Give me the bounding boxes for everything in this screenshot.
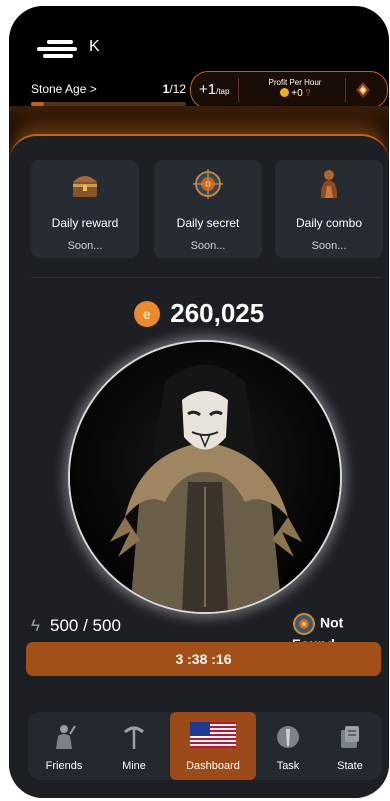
stats-pill: +1/tap Profit Per Hour +0 ? bbox=[190, 71, 388, 109]
logo-letter: K bbox=[89, 38, 100, 55]
level-count: 1/12 bbox=[162, 82, 186, 96]
timer-value: 3 :38 :16 bbox=[175, 651, 232, 667]
divider bbox=[238, 78, 239, 102]
nav-label: State bbox=[337, 760, 363, 772]
nav-label: Mine bbox=[122, 760, 146, 772]
daily-combo-card[interactable]: Daily combo Soon... bbox=[275, 160, 383, 258]
nav-label: Task bbox=[276, 760, 300, 772]
bottom-nav: Friends Mine Dashboard Task State bbox=[28, 712, 382, 780]
help-icon[interactable]: ? bbox=[305, 88, 310, 98]
nav-item-task[interactable]: Task bbox=[256, 712, 320, 780]
settings-gem-icon[interactable] bbox=[354, 81, 372, 99]
balance-amount: 260,025 bbox=[170, 298, 265, 328]
divider bbox=[31, 277, 381, 278]
coin-icon bbox=[279, 88, 289, 97]
level-name[interactable]: Stone Age > bbox=[31, 82, 97, 96]
target-compass-icon bbox=[193, 169, 223, 199]
nav-label: Friends bbox=[45, 760, 83, 772]
figurine-icon bbox=[320, 170, 338, 198]
card-title: Daily secret bbox=[176, 216, 240, 230]
caveman-icon bbox=[56, 725, 76, 749]
coin-icon: e bbox=[133, 300, 160, 327]
nav-item-mine[interactable]: Mine bbox=[102, 712, 166, 780]
phone-frame: K Stone Age > 1/12 +1/tap Profit Per Hou… bbox=[9, 6, 389, 798]
us-flag-icon bbox=[190, 722, 236, 748]
divider bbox=[345, 78, 346, 102]
lightning-icon: ϟ bbox=[31, 616, 40, 635]
profit-per-hour-value: +0 bbox=[291, 88, 303, 99]
pickaxe-icon bbox=[124, 726, 144, 749]
daily-cards: Daily reward Soon... Daily secret Soon..… bbox=[31, 160, 383, 264]
coin-balance: e 260,025 bbox=[9, 298, 389, 329]
state-icon bbox=[341, 726, 359, 748]
nav-item-state[interactable]: State bbox=[318, 712, 382, 780]
card-title: Daily reward bbox=[51, 216, 119, 230]
treasure-chest-icon bbox=[73, 176, 97, 197]
daily-reward-card[interactable]: Daily reward Soon... bbox=[31, 160, 139, 258]
tap-character-avatar[interactable] bbox=[68, 340, 342, 614]
app-logo[interactable]: K bbox=[37, 36, 100, 66]
profit-per-hour-label: Profit Per Hour bbox=[268, 78, 322, 87]
card-status: Soon... bbox=[190, 240, 226, 252]
nav-item-friends[interactable]: Friends bbox=[32, 712, 96, 780]
energy-indicator: ϟ 500 / 500 bbox=[31, 616, 121, 636]
compass-badge-icon bbox=[293, 613, 315, 635]
countdown-timer-bar[interactable]: 3 :38 :16 bbox=[26, 642, 381, 676]
nav-item-dashboard[interactable]: Dashboard bbox=[170, 712, 256, 780]
nav-label: Dashboard bbox=[186, 760, 240, 772]
card-title: Daily combo bbox=[295, 216, 363, 230]
card-status: Soon... bbox=[67, 240, 103, 252]
task-icon bbox=[277, 726, 299, 748]
daily-secret-card[interactable]: Daily secret Soon... bbox=[154, 160, 262, 258]
card-status: Soon... bbox=[311, 240, 347, 252]
masked-caveman-image bbox=[70, 342, 340, 612]
energy-value: 500 / 500 bbox=[50, 616, 121, 635]
profit-per-tap: +1/tap bbox=[199, 81, 230, 98]
profit-per-hour: Profit Per Hour +0 ? bbox=[247, 78, 343, 99]
